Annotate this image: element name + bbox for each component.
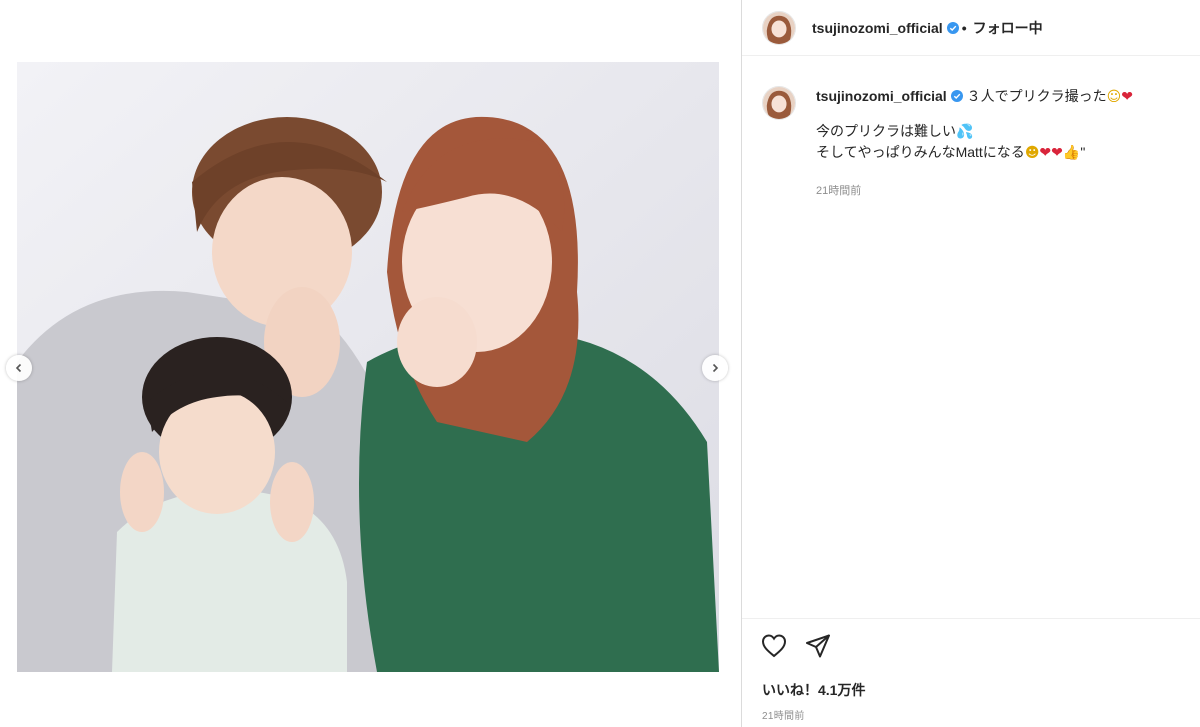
caption-body: tsujinozomi_official ３人でプリクラ撮った☺❤ 今のプリクラ… (816, 86, 1133, 201)
avatar-image (763, 11, 795, 44)
heart-outline-icon[interactable] (760, 632, 788, 660)
caption-time[interactable]: 21時間前 (816, 181, 1133, 201)
caption-line-2: 今のプリクラは難しい (816, 123, 956, 139)
verified-badge-icon (946, 21, 959, 34)
caption-line-3-wrap: そしてやっぱりみんなMattになる☻❤❤👍" (816, 142, 1133, 163)
header-username[interactable]: tsujinozomi_official (812, 20, 943, 36)
following-button[interactable]: フォロー中 (973, 18, 1043, 38)
heart-emoji-icon: ❤ (1039, 145, 1052, 161)
caption-line-1: ３人でプリクラ撮った (966, 88, 1107, 104)
smile-emoji-icon: ☺ (1106, 89, 1122, 105)
post-photo[interactable] (17, 62, 719, 672)
post-header: tsujinozomi_official • フォロー中 (742, 0, 1200, 55)
laughing-emoji-icon: ☻ (1024, 145, 1040, 161)
caption-first-line: tsujinozomi_official ３人でプリクラ撮った☺❤ (816, 86, 1133, 107)
heart-emoji-icon: ❤ (1051, 145, 1063, 161)
avatar[interactable] (762, 10, 796, 45)
header-divider (742, 55, 1200, 56)
caption-line-3: そしてやっぱりみんなMattになる (816, 144, 1025, 160)
caption-comment: tsujinozomi_official ３人でプリクラ撮った☺❤ 今のプリクラ… (762, 86, 1182, 201)
caption-username[interactable]: tsujinozomi_official (816, 88, 947, 104)
paper-plane-icon[interactable] (804, 632, 832, 660)
media-pane (0, 0, 741, 727)
action-bar (760, 632, 848, 660)
chevron-left-icon (15, 363, 22, 373)
caption-line-3-suffix: " (1080, 144, 1086, 160)
heart-emoji-icon: ❤ (1121, 89, 1133, 105)
header-separator: • (961, 19, 967, 36)
post-timestamp[interactable]: 21時間前 (762, 707, 805, 722)
chevron-right-icon (712, 363, 719, 373)
actions-divider (742, 618, 1200, 619)
post-photo-image (17, 62, 719, 672)
previous-photo-button[interactable] (6, 355, 32, 381)
like-count[interactable]: いいね！4.1万件 (762, 680, 865, 700)
caption-line-2-wrap: 今のプリクラは難しい💦 (816, 121, 1133, 142)
thumbs-up-emoji-icon: 👍 (1062, 145, 1081, 161)
caption-avatar[interactable] (762, 86, 796, 120)
next-photo-button[interactable] (702, 355, 728, 381)
sweat-droplets-emoji-icon: 💦 (956, 124, 974, 140)
avatar-image (763, 87, 795, 119)
verified-badge-icon (950, 90, 963, 102)
post-side-panel: tsujinozomi_official • フォロー中 tsujinozomi… (742, 0, 1200, 727)
